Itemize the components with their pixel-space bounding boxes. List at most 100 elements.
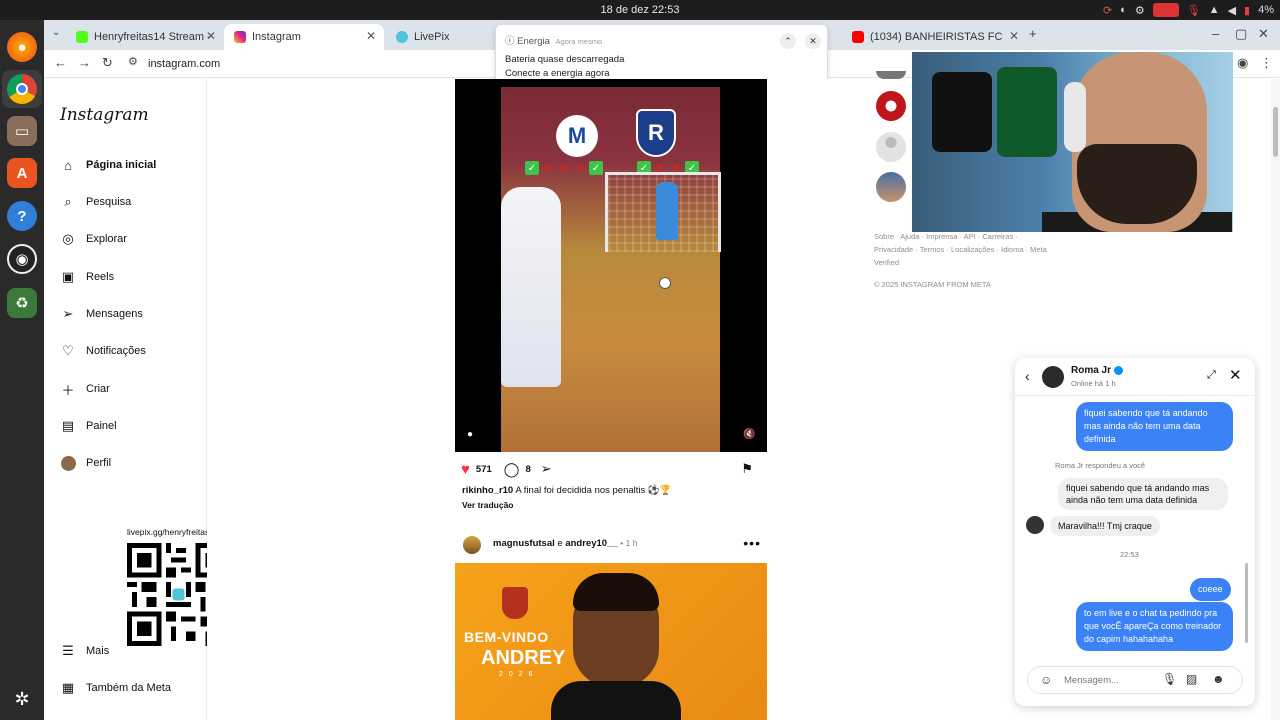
nav-more[interactable]: ☰ Mais — [60, 641, 109, 661]
avatar[interactable] — [1026, 516, 1044, 534]
see-translation-link[interactable]: Ver tradução — [462, 500, 514, 510]
post-image[interactable]: BEM-VINDO ANDREY 2 0 2 6 — [455, 563, 767, 720]
microphone-icon[interactable]: 🎙 — [1162, 672, 1177, 686]
more-options-icon[interactable]: ••• — [743, 535, 761, 551]
system-clock[interactable]: 18 de dez 22:53 — [0, 4, 1280, 16]
heart-icon[interactable]: ♥ — [461, 461, 470, 478]
nav-reels[interactable]: ▣ Reels — [60, 267, 114, 287]
nav-search[interactable]: ⌕ Pesquisa — [60, 192, 131, 212]
caption-username[interactable]: rikinho_r10 — [462, 485, 513, 496]
back-icon[interactable]: ‹ — [1025, 368, 1030, 384]
comment-icon[interactable]: ◯ — [504, 461, 520, 478]
comment-count: 8 — [525, 463, 531, 475]
files-icon[interactable]: ▭ — [7, 116, 37, 146]
obs-icon[interactable]: ◉ — [7, 244, 37, 274]
player-hair — [573, 573, 659, 611]
mute-icon[interactable]: 🔇 — [743, 429, 755, 440]
forward-icon[interactable]: → — [78, 55, 91, 70]
chat-contact-name[interactable]: Roma Jr — [1071, 365, 1111, 376]
post-user-1[interactable]: magnusfutsal — [493, 538, 555, 549]
battery-notification[interactable]: ⓘ Energia Agora mesmo Bateria quase desc… — [495, 24, 828, 87]
profile-icon[interactable]: ◉ — [1237, 55, 1248, 71]
chat-scrollbar[interactable] — [1245, 563, 1248, 643]
chrome-icon[interactable] — [7, 74, 37, 104]
tab-search-icon[interactable]: ⌄ — [52, 27, 60, 38]
wall-jersey — [997, 67, 1057, 157]
team-badge-m: M — [556, 115, 598, 157]
close-icon[interactable]: ✕ — [805, 33, 821, 49]
collapse-icon[interactable]: ⌃ — [780, 33, 796, 49]
avatar[interactable] — [462, 535, 482, 555]
back-icon[interactable]: ← — [54, 55, 67, 70]
user-tag-icon[interactable]: ● — [467, 429, 473, 440]
copyright: © 2025 INSTAGRAM FROM META — [874, 280, 991, 289]
share-icon[interactable]: ➢ — [541, 461, 552, 477]
scroll-thumb[interactable] — [1273, 107, 1278, 157]
nav-create[interactable]: ＋ Criar — [60, 379, 109, 399]
close-window-icon[interactable]: ✕ — [1258, 26, 1269, 42]
theme-icon[interactable]: ◐ — [1120, 4, 1127, 16]
url-field[interactable]: instagram.com — [148, 58, 220, 70]
webcam-overlay — [912, 52, 1233, 232]
image-icon[interactable]: ▨ — [1186, 672, 1197, 686]
site-info-icon[interactable]: ⚙ — [128, 55, 138, 68]
wifi-icon[interactable]: ▲ — [1209, 4, 1220, 16]
nav-explore[interactable]: ◎ Explorar — [60, 229, 127, 249]
post-user-2[interactable]: andrey10__ — [565, 538, 617, 549]
app-center-icon[interactable]: A — [7, 158, 37, 188]
page-scrollbar[interactable] — [1271, 79, 1280, 720]
update-icon[interactable]: ⟳ — [1103, 4, 1112, 17]
help-icon[interactable]: ? — [7, 201, 37, 231]
expand-icon[interactable]: ⤢ — [1207, 369, 1216, 382]
trash-icon[interactable]: ♻ — [7, 288, 37, 318]
nav-notifications[interactable]: ♡ Notificações — [60, 341, 146, 361]
message-outgoing[interactable]: fiquei sabendo que tá andando mas ainda … — [1076, 402, 1233, 451]
new-tab-icon[interactable]: + — [1029, 26, 1037, 41]
avatar[interactable] — [876, 172, 906, 202]
message-input[interactable]: Mensagem... — [1064, 675, 1119, 686]
emoji-icon[interactable]: ☺ — [1040, 673, 1052, 687]
steam-icon[interactable]: ⚙ — [1135, 4, 1145, 17]
close-tab-icon[interactable]: ✕ — [366, 29, 376, 43]
reel-video[interactable]: M R ✓ ✕ ✕ ✕ ✓ ✓ ✕ ✕ ✓ ● 🔇 — [455, 79, 767, 452]
close-tab-icon[interactable]: ✕ — [206, 29, 216, 43]
volume-icon[interactable]: ◀ — [1228, 4, 1236, 17]
avatar[interactable] — [876, 71, 906, 79]
verified-badge-icon — [1114, 365, 1124, 375]
avatar[interactable] — [876, 132, 906, 162]
bookmark-icon[interactable]: ⚑ — [741, 461, 753, 477]
tab-livepix[interactable]: LivePix — [386, 24, 496, 50]
tab-youtube[interactable]: (1034) BANHEIRISTAS FC ✕ — [842, 24, 1027, 50]
message-outgoing[interactable]: to em live e o chat ta pedindo pra que v… — [1076, 602, 1233, 651]
show-apps-icon[interactable]: ✲ — [7, 684, 37, 714]
tab-kick[interactable]: Henryfreitas14 Stream - ✕ — [66, 24, 224, 50]
message-outgoing[interactable]: coeee — [1190, 578, 1231, 601]
streamer-beard — [1077, 144, 1197, 224]
system-tray[interactable]: ⟳ ◐ ⚙ 🎙 ▲ ◀ ▮ 4% — [1103, 2, 1274, 18]
close-icon[interactable]: ✕ — [1229, 366, 1242, 384]
nav-dashboard[interactable]: ▤ Painel — [60, 416, 117, 436]
firefox-icon[interactable]: ● — [7, 32, 37, 62]
battery-icon[interactable]: ▮ — [1244, 4, 1250, 17]
message-incoming[interactable]: Maravilha!!! Tmj craque — [1050, 516, 1160, 536]
instagram-logo[interactable]: Instagram — [60, 105, 149, 125]
maximize-window-icon[interactable]: ▢ — [1235, 26, 1247, 42]
tab-instagram[interactable]: Instagram ✕ — [224, 24, 384, 50]
footer-links[interactable]: Sobre · Ajuda · Imprensa · API · Carreir… — [874, 230, 1049, 269]
headline-welcome: BEM-VINDO — [464, 629, 549, 645]
avatar[interactable] — [876, 91, 906, 121]
minimize-window-icon[interactable]: – — [1212, 26, 1219, 41]
nav-profile[interactable]: Perfil — [60, 453, 111, 473]
nav-also-from-meta[interactable]: ▦ Também da Meta — [60, 678, 171, 698]
browser-menu-icon[interactable]: ⋮ — [1260, 55, 1273, 71]
close-tab-icon[interactable]: ✕ — [1009, 29, 1019, 43]
avatar[interactable] — [1042, 366, 1064, 388]
nav-messages[interactable]: ➢ Mensagens — [60, 304, 143, 324]
screen-recording-icon[interactable] — [1152, 3, 1179, 17]
sticker-icon[interactable]: ☻ — [1212, 672, 1225, 686]
nav-label: Mais — [86, 645, 110, 657]
nav-home[interactable]: ⌂ Página inicial — [60, 155, 156, 175]
reload-icon[interactable]: ↻ — [102, 55, 113, 71]
instagram-feed: M R ✓ ✕ ✕ ✕ ✓ ✓ ✕ ✕ ✓ ● 🔇 ♥ 571 ◯ 8 ➢ ⚑ … — [207, 79, 867, 720]
mic-muted-icon[interactable]: 🎙 — [1187, 4, 1201, 17]
